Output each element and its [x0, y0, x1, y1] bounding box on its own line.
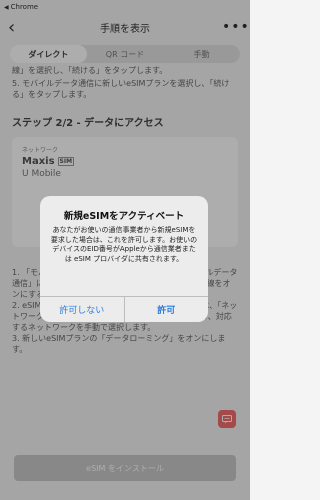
- alert-buttons: 許可しない 許可: [40, 296, 208, 322]
- deny-button[interactable]: 許可しない: [40, 297, 124, 322]
- alert-title: 新規eSIMをアクティベート: [63, 211, 185, 222]
- alert-message: あなたがお使いの通信事業者から新規eSIMを要求した場合は、これを許可します。お…: [50, 226, 198, 263]
- allow-button[interactable]: 許可: [123, 297, 209, 322]
- activate-esim-alert: 新規eSIMをアクティベート あなたがお使いの通信事業者から新規eSIMを要求し…: [40, 196, 208, 322]
